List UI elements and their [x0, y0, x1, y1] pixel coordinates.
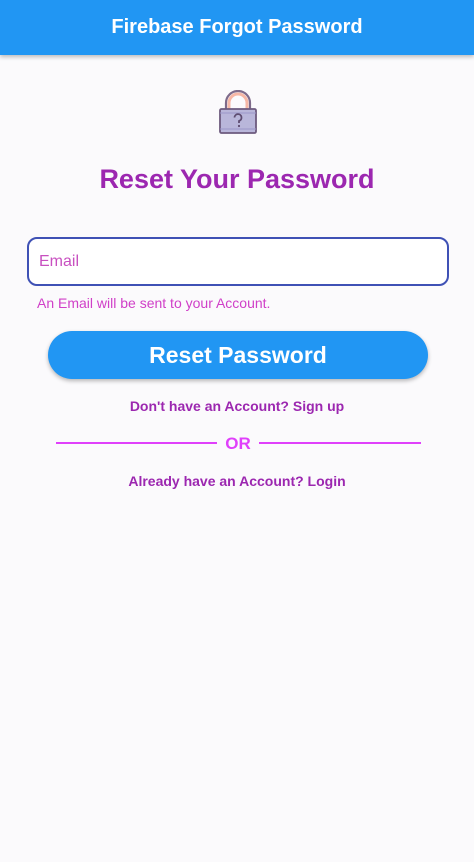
email-input[interactable] [39, 239, 447, 284]
lock-question-icon [219, 90, 257, 134]
reset-password-button[interactable]: Reset Password [48, 331, 428, 379]
login-link[interactable]: Already have an Account? Login [0, 473, 474, 489]
or-divider-label: OR [225, 434, 251, 453]
divider-right-line [259, 442, 421, 444]
divider-left-line [56, 442, 217, 444]
signup-link[interactable]: Don't have an Account? Sign up [0, 398, 474, 414]
app-bar-title: Firebase Forgot Password [111, 16, 363, 38]
email-field[interactable] [27, 237, 449, 286]
page-title: Reset Your Password [99, 164, 375, 194]
email-helper-text: An Email will be sent to your Account. [37, 295, 271, 311]
app-bar: Firebase Forgot Password [0, 0, 474, 55]
